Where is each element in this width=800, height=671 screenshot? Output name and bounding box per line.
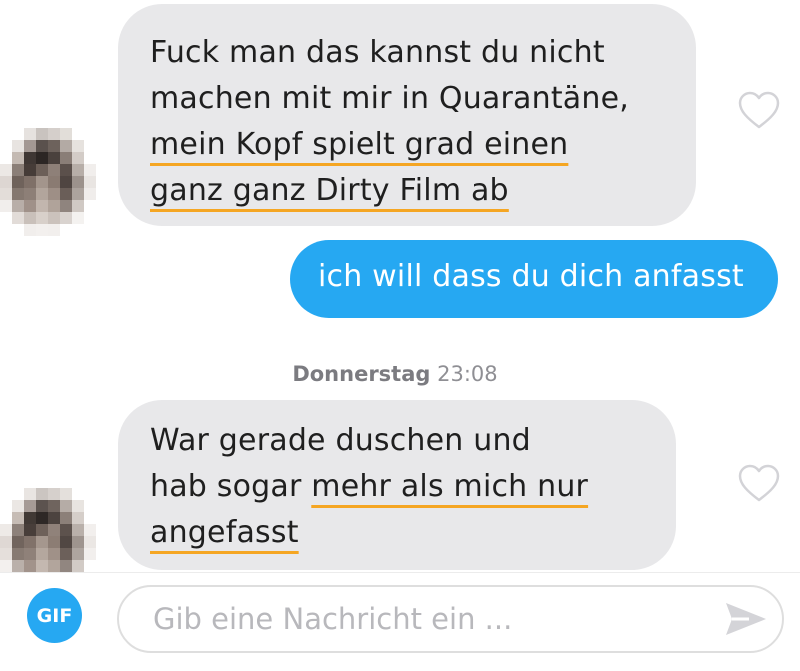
message-input-container[interactable] — [117, 585, 784, 653]
message-composer: GIF — [0, 572, 800, 671]
heart-icon[interactable] — [737, 463, 781, 503]
message-line: machen mit mir in Quarantäne, — [150, 76, 696, 122]
message-text: War gerade duschen und — [150, 423, 531, 458]
message-text: ich will dass du dich anfasst — [318, 259, 744, 294]
timestamp-day: Donnerstag — [292, 362, 431, 386]
paper-plane-icon[interactable] — [723, 599, 769, 639]
sent-message-bubble[interactable]: ich will dass du dich anfasst — [290, 240, 778, 318]
highlighted-message-text: mehr als mich nur — [311, 469, 589, 504]
message-text: hab sogar — [150, 469, 312, 504]
message-text: Fuck man das kannst du nicht — [150, 35, 605, 70]
highlighted-message-text: ganz ganz Dirty Film ab — [150, 173, 509, 208]
message-line: hab sogar mehr als mich nur — [150, 464, 676, 510]
received-message-bubble[interactable]: Fuck man das kannst du nicht machen mit … — [118, 4, 696, 226]
message-line: mein Kopf spielt grad einen — [150, 122, 696, 168]
received-message-bubble[interactable]: War gerade duschen und hab sogar mehr al… — [118, 400, 676, 570]
message-line: angefasst — [150, 510, 676, 556]
timestamp-divider: Donnerstag 23:08 — [0, 362, 790, 386]
gif-button[interactable]: GIF — [27, 588, 82, 643]
timestamp-time: 23:08 — [437, 362, 498, 386]
gif-button-label: GIF — [36, 604, 73, 627]
message-line: War gerade duschen und — [150, 418, 676, 464]
highlighted-message-text: mein Kopf spielt grad einen — [150, 127, 569, 162]
message-line: ganz ganz Dirty Film ab — [150, 168, 696, 214]
message-text: machen mit mir in Quarantäne, — [150, 81, 629, 116]
heart-icon[interactable] — [737, 90, 781, 130]
highlighted-message-text: angefasst — [150, 515, 299, 550]
match-avatar-pixelated[interactable] — [0, 128, 96, 236]
message-input[interactable] — [153, 597, 713, 641]
message-line: Fuck man das kannst du nicht — [150, 30, 696, 76]
